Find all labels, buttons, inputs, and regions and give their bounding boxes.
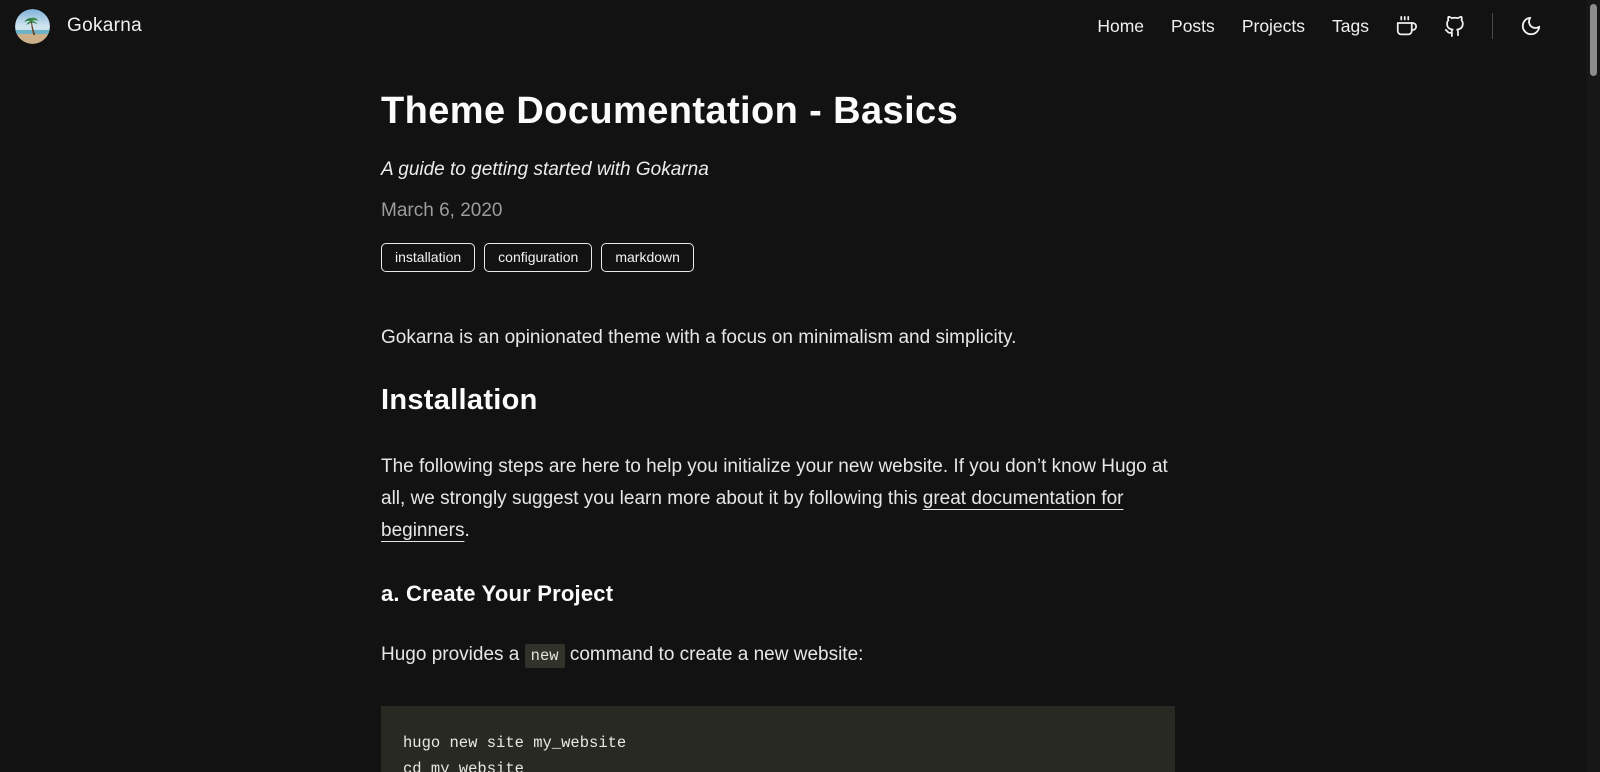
tags-row: installation configuration markdown: [381, 243, 1175, 272]
scrollbar-thumb[interactable]: [1590, 4, 1597, 76]
tag-chip-installation[interactable]: installation: [381, 243, 475, 272]
site-logo-avatar[interactable]: [15, 9, 50, 44]
coffee-cup-icon[interactable]: [1396, 16, 1417, 37]
post-date: March 6, 2020: [381, 200, 1175, 222]
article-content: Theme Documentation - Basics A guide to …: [381, 52, 1175, 772]
page-title: Theme Documentation - Basics: [381, 90, 1175, 133]
dark-mode-moon-icon[interactable]: [1520, 15, 1542, 37]
nav-link-posts[interactable]: Posts: [1171, 16, 1215, 37]
installation-paragraph-period: .: [464, 520, 469, 541]
post-subtitle: A guide to getting started with Gokarna: [381, 159, 1175, 181]
palm-beach-logo-image: [15, 9, 50, 44]
intro-paragraph: Gokarna is an opinionated theme with a f…: [381, 322, 1175, 354]
tag-chip-configuration[interactable]: configuration: [484, 243, 592, 272]
brand-name[interactable]: Gokarna: [67, 15, 142, 37]
top-navbar: Gokarna Home Posts Projects Tags: [0, 0, 1600, 52]
github-icon[interactable]: [1444, 16, 1465, 37]
brand-home-link[interactable]: Gokarna: [15, 9, 142, 44]
code-line-2: cd my_website: [403, 756, 1153, 772]
code-line-1: hugo new site my_website: [403, 730, 1153, 756]
scrollbar-track[interactable]: [1586, 0, 1600, 772]
nav-link-tags[interactable]: Tags: [1332, 16, 1369, 37]
new-command-text-before: Hugo provides a: [381, 644, 525, 665]
nav-menu: Home Posts Projects Tags: [1097, 13, 1542, 39]
inline-code-new: new: [525, 644, 565, 668]
nav-link-projects[interactable]: Projects: [1242, 16, 1305, 37]
new-command-text-after: command to create a new website:: [565, 644, 864, 665]
nav-divider: [1492, 13, 1493, 39]
nav-link-home[interactable]: Home: [1097, 16, 1144, 37]
tag-chip-markdown[interactable]: markdown: [601, 243, 694, 272]
code-block: hugo new site my_websitecd my_website: [381, 706, 1175, 772]
heading-create-your-project: a. Create Your Project: [381, 581, 1175, 607]
new-command-paragraph: Hugo provides a new command to create a …: [381, 639, 1175, 672]
heading-installation: Installation: [381, 384, 1175, 417]
installation-paragraph: The following steps are here to help you…: [381, 451, 1175, 547]
